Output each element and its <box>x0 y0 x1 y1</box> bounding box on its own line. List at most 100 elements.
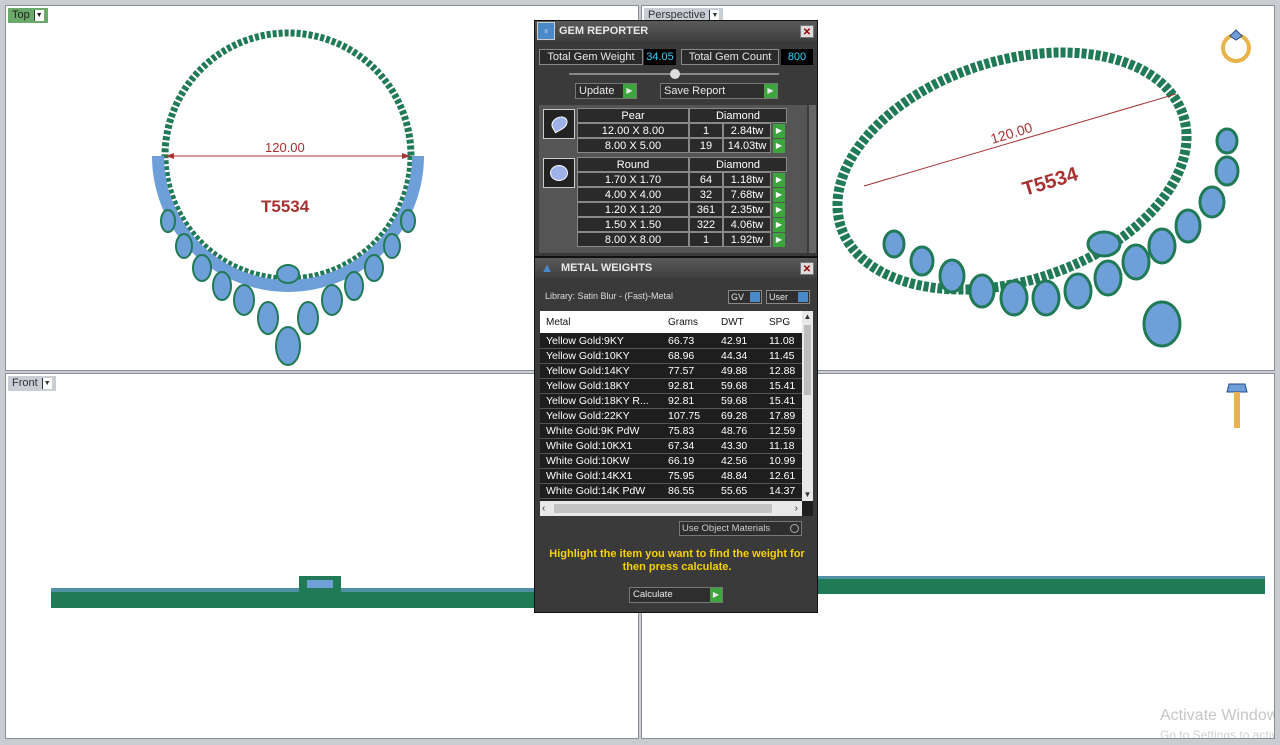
metal-grams: 66.19 <box>668 455 695 467</box>
radio-icon <box>790 524 799 533</box>
metal-row[interactable]: White Gold:14KX1 75.95 48.84 12.61 <box>540 469 813 484</box>
select-gem-row-button[interactable]: ▶ <box>773 218 785 232</box>
metal-name: White Gold:14K PdW <box>546 485 646 497</box>
round-gem-icon <box>543 158 575 188</box>
close-icon[interactable]: ✕ <box>800 261 814 275</box>
ring-icon <box>1221 29 1251 63</box>
gem-size: 12.00 X 8.00 <box>577 123 689 138</box>
close-icon[interactable]: ✕ <box>800 24 814 38</box>
scroll-right-icon[interactable]: › <box>795 501 798 516</box>
metal-row[interactable]: White Gold:10KW 66.19 42.56 10.99 <box>540 454 813 469</box>
gv-toggle[interactable]: GV <box>728 290 762 304</box>
library-label: Library: Satin Blur - (Fast)-Metal <box>545 291 674 301</box>
gem-weight: 7.68tw <box>723 187 771 202</box>
metal-row[interactable]: White Gold:9K PdW 75.83 48.76 12.59 <box>540 424 813 439</box>
metal-grams: 107.75 <box>668 410 701 422</box>
total-gem-count-label: Total Gem Count <box>681 49 779 65</box>
gem-reporter-titlebar[interactable]: ≡ GEM REPORTER ✕ <box>535 21 817 41</box>
save-report-button[interactable]: Save Report ▶ <box>660 83 778 99</box>
metal-name: White Gold:10KX1 <box>546 440 633 452</box>
select-gem-row-button[interactable]: ▶ <box>773 203 785 217</box>
gem-size: 8.00 X 8.00 <box>577 232 689 247</box>
instruction-text: Highlight the item you want to find the … <box>549 548 805 573</box>
gem-table-scrollbar[interactable] <box>809 105 816 253</box>
metal-grams: 68.96 <box>668 350 695 362</box>
metal-spg: 10.99 <box>769 455 796 467</box>
slider-handle[interactable] <box>670 69 680 79</box>
metal-name: Yellow Gold:18KY R... <box>546 395 649 407</box>
column-header-grams[interactable]: Grams <box>668 317 698 328</box>
select-gem-row-button[interactable]: ▶ <box>773 139 785 153</box>
gem-size: 1.70 X 1.70 <box>577 172 689 187</box>
metal-spg: 12.88 <box>769 365 796 377</box>
metal-row[interactable]: Yellow Gold:10KY 68.96 44.34 11.45 <box>540 349 813 364</box>
pear-gem-icon <box>543 109 575 139</box>
metal-dwt: 48.84 <box>721 470 748 482</box>
metal-spg: 12.59 <box>769 425 796 437</box>
scroll-down-icon[interactable]: ▼ <box>802 489 813 501</box>
hscroll-thumb[interactable] <box>554 504 772 513</box>
zoom-slider[interactable] <box>569 69 779 79</box>
metal-table-hscrollbar[interactable]: ‹ › <box>540 501 802 516</box>
gem-weight: 1.18tw <box>723 172 771 187</box>
select-gem-row-button[interactable]: ▶ <box>773 124 785 138</box>
pendant-icon <box>1226 383 1248 428</box>
gem-material-pear: Diamond <box>689 108 787 123</box>
select-gem-row-button[interactable]: ▶ <box>773 173 785 187</box>
metal-dwt: 43.30 <box>721 440 748 452</box>
select-gem-row-button[interactable]: ▶ <box>773 233 785 247</box>
total-gem-count-value: 800 <box>781 49 813 65</box>
metal-name: White Gold:14KX1 <box>546 470 633 482</box>
metal-row[interactable]: White Gold:10KX1 67.34 43.30 11.18 <box>540 439 813 454</box>
metal-weights-title: METAL WEIGHTS <box>561 262 653 274</box>
metal-spg: 17.89 <box>769 410 796 422</box>
metal-name: Yellow Gold:22KY <box>546 410 630 422</box>
metal-row[interactable]: Yellow Gold:18KY R... 92.81 59.68 15.41 <box>540 394 813 409</box>
metal-name: Yellow Gold:9KY <box>546 335 624 347</box>
gem-weight: 1.92tw <box>723 232 771 247</box>
column-header-spg[interactable]: SPG <box>769 317 790 328</box>
metal-name: Yellow Gold:10KY <box>546 350 630 362</box>
metal-row[interactable]: Yellow Gold:14KY 77.57 49.88 12.88 <box>540 364 813 379</box>
gem-reporter-app-icon: ≡ <box>537 22 555 40</box>
metal-dwt: 55.65 <box>721 485 748 497</box>
metal-weights-titlebar[interactable]: ▲ METAL WEIGHTS ✕ <box>535 258 817 278</box>
metal-row[interactable]: Yellow Gold:18KY 92.81 59.68 15.41 <box>540 379 813 394</box>
scroll-up-icon[interactable]: ▲ <box>802 311 813 323</box>
metal-dwt: 49.88 <box>721 365 748 377</box>
save-report-label: Save Report <box>664 85 726 97</box>
metal-name: Yellow Gold:14KY <box>546 365 630 377</box>
toggle-icon <box>750 292 760 302</box>
metal-dwt: 59.68 <box>721 395 748 407</box>
scroll-thumb[interactable] <box>804 325 811 395</box>
metal-grams: 67.34 <box>668 440 695 452</box>
gem-size: 4.00 X 4.00 <box>577 187 689 202</box>
gem-size: 8.00 X 5.00 <box>577 138 689 153</box>
update-button[interactable]: Update ▶ <box>575 83 637 99</box>
select-gem-row-button[interactable]: ▶ <box>773 188 785 202</box>
use-object-materials-toggle[interactable]: Use Object Materials <box>679 521 802 536</box>
metal-grams: 86.55 <box>668 485 695 497</box>
dimension-label-top: 120.00 <box>265 140 305 155</box>
scroll-left-icon[interactable]: ‹ <box>542 501 545 516</box>
gem-count: 361 <box>689 202 723 217</box>
metal-table-vscrollbar[interactable]: ▲ ▼ <box>802 311 813 501</box>
item-code-top: T5534 <box>261 197 310 216</box>
gem-weight: 14.03tw <box>723 138 771 153</box>
metal-row[interactable]: White Gold:14K PdW 86.55 55.65 14.37 <box>540 484 813 499</box>
metal-weights-panel: ▲ METAL WEIGHTS ✕ Library: Satin Blur - … <box>534 257 818 613</box>
metal-spg: 15.41 <box>769 395 796 407</box>
user-toggle[interactable]: User <box>766 290 810 304</box>
play-icon: ▶ <box>710 588 722 602</box>
metal-row[interactable]: Yellow Gold:22KY 107.75 69.28 17.89 <box>540 409 813 424</box>
metal-name: White Gold:9K PdW <box>546 425 640 437</box>
metal-dwt: 59.68 <box>721 380 748 392</box>
metal-row[interactable]: Yellow Gold:9KY 66.73 42.91 11.08 <box>540 334 813 349</box>
play-icon: ▶ <box>623 84 636 98</box>
gem-count: 64 <box>689 172 723 187</box>
column-header-dwt[interactable]: DWT <box>721 317 744 328</box>
watermark-line2: Go to Settings to activate Windows. <box>1160 728 1274 739</box>
calculate-button[interactable]: Calculate ▶ <box>629 587 723 603</box>
column-header-metal[interactable]: Metal <box>546 317 570 328</box>
gem-material-round: Diamond <box>689 157 787 172</box>
